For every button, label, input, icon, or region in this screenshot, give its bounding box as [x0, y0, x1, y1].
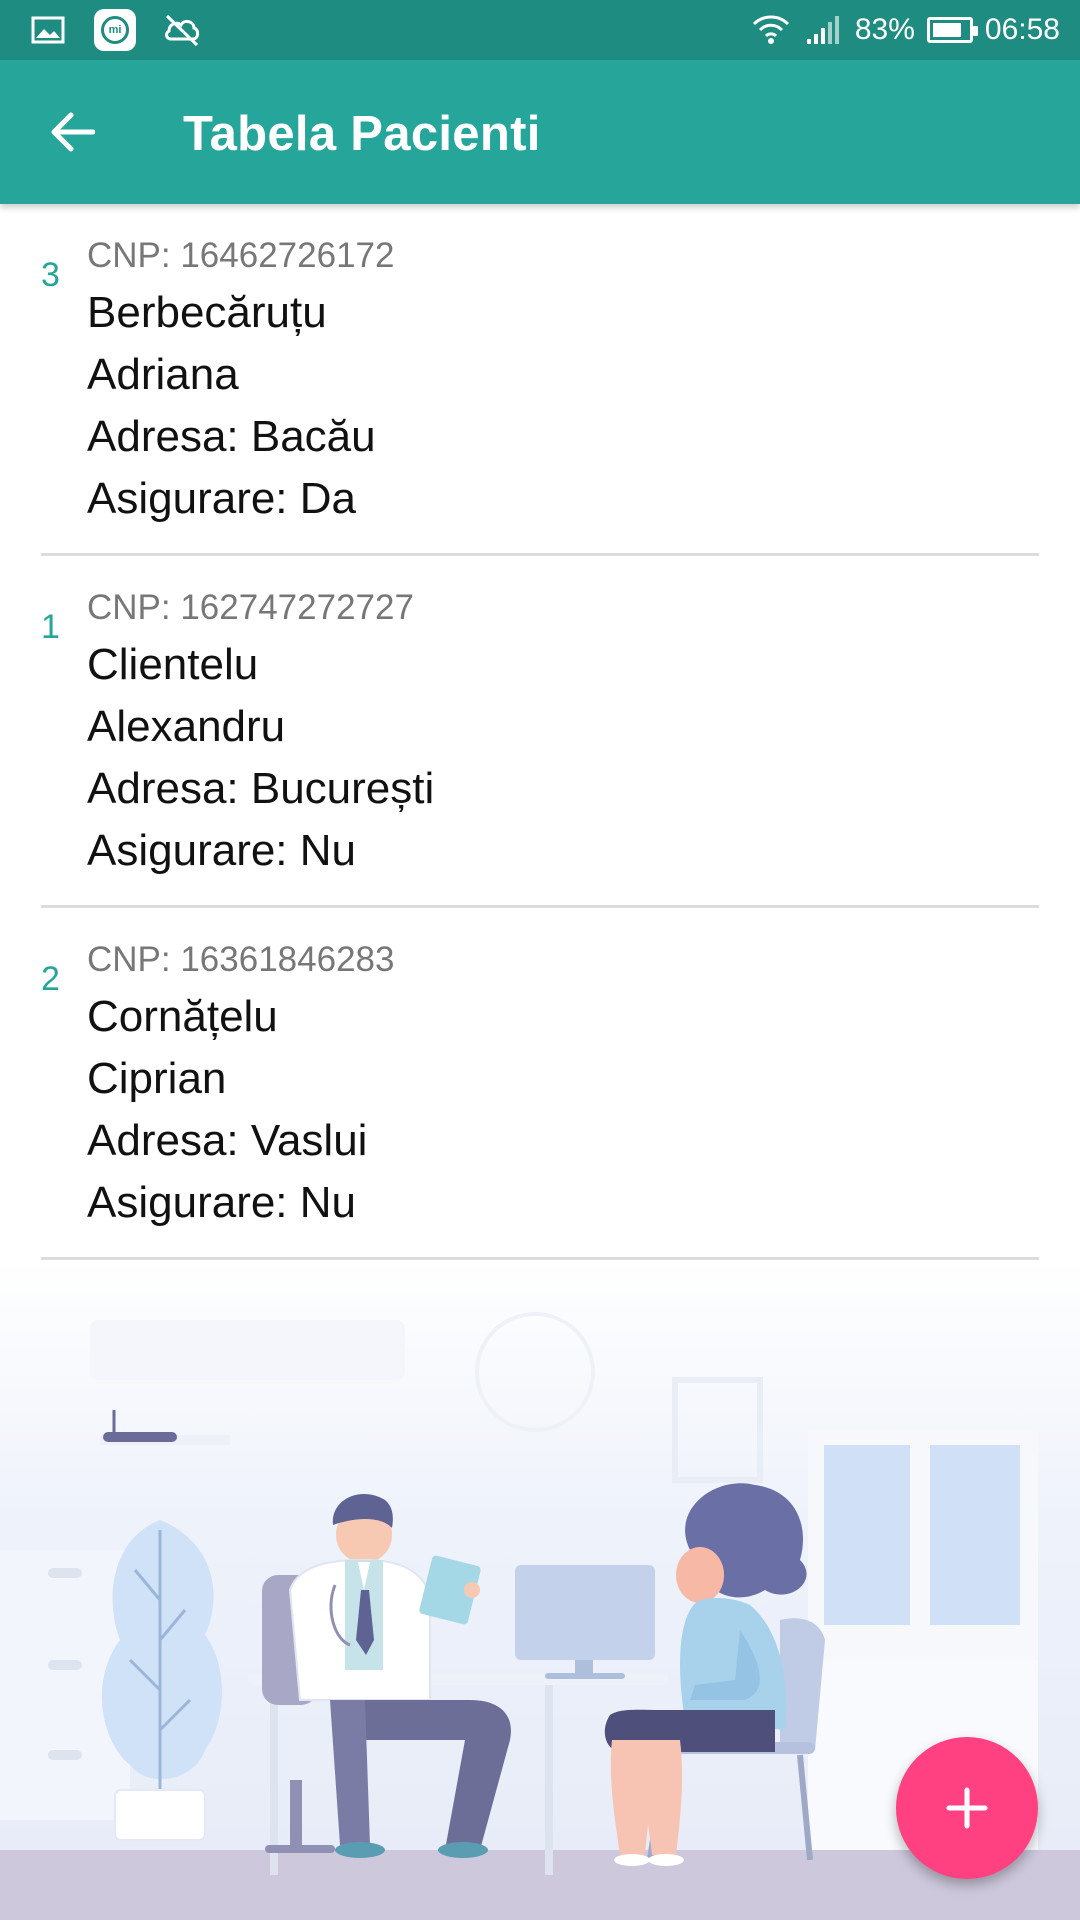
patient-cnp: CNP: 162747272727 — [87, 588, 414, 627]
patient-address: Adresa: București — [87, 764, 435, 813]
page-title: Tabela Pacienti — [183, 107, 541, 161]
list-item[interactable]: 3 CNP: 16462726172 Berbecăruțu Adriana A… — [0, 204, 1080, 556]
plus-icon — [946, 1787, 988, 1829]
signal-icon — [803, 10, 843, 50]
patient-address: Adresa: Vaslui — [87, 1116, 368, 1165]
patient-cnp: CNP: 16361846283 — [87, 940, 395, 979]
app-bar: Tabela Pacienti — [0, 60, 1080, 204]
patient-address: Adresa: Bacău — [87, 412, 376, 461]
patient-last-name: Clientelu — [87, 640, 259, 689]
add-patient-button[interactable] — [896, 1737, 1038, 1879]
patient-id: 1 — [41, 608, 60, 646]
patient-insurance: Asigurare: Nu — [87, 826, 357, 875]
patient-id: 2 — [41, 960, 60, 998]
wifi-icon — [751, 10, 791, 50]
patient-cnp: CNP: 16462726172 — [87, 236, 395, 275]
patient-first-name: Adriana — [87, 350, 239, 399]
status-bar: mi 83% 06:58 — [0, 0, 1080, 60]
patient-first-name: Ciprian — [87, 1054, 227, 1103]
patient-first-name: Alexandru — [87, 702, 286, 751]
battery-percent: 83% — [854, 13, 915, 46]
list-item[interactable]: 2 CNP: 16361846283 Cornățelu Ciprian Adr… — [0, 908, 1080, 1260]
sync-off-icon — [162, 10, 202, 50]
list-divider — [41, 1257, 1039, 1260]
patient-insurance: Asigurare: Nu — [87, 1178, 357, 1227]
patient-last-name: Berbecăruțu — [87, 288, 327, 337]
list-item[interactable]: 1 CNP: 162747272727 Clientelu Alexandru … — [0, 556, 1080, 908]
patient-id: 3 — [41, 256, 60, 294]
back-button[interactable] — [40, 100, 104, 164]
patient-list: 3 CNP: 16462726172 Berbecăruțu Adriana A… — [0, 204, 1080, 1260]
mi-app-icon: mi — [94, 9, 136, 51]
arrow-back-icon — [51, 112, 95, 152]
clock: 06:58 — [984, 13, 1060, 46]
patient-insurance: Asigurare: Da — [87, 474, 357, 523]
gallery-icon — [28, 10, 68, 50]
patient-last-name: Cornățelu — [87, 992, 278, 1041]
battery-icon — [926, 17, 978, 43]
